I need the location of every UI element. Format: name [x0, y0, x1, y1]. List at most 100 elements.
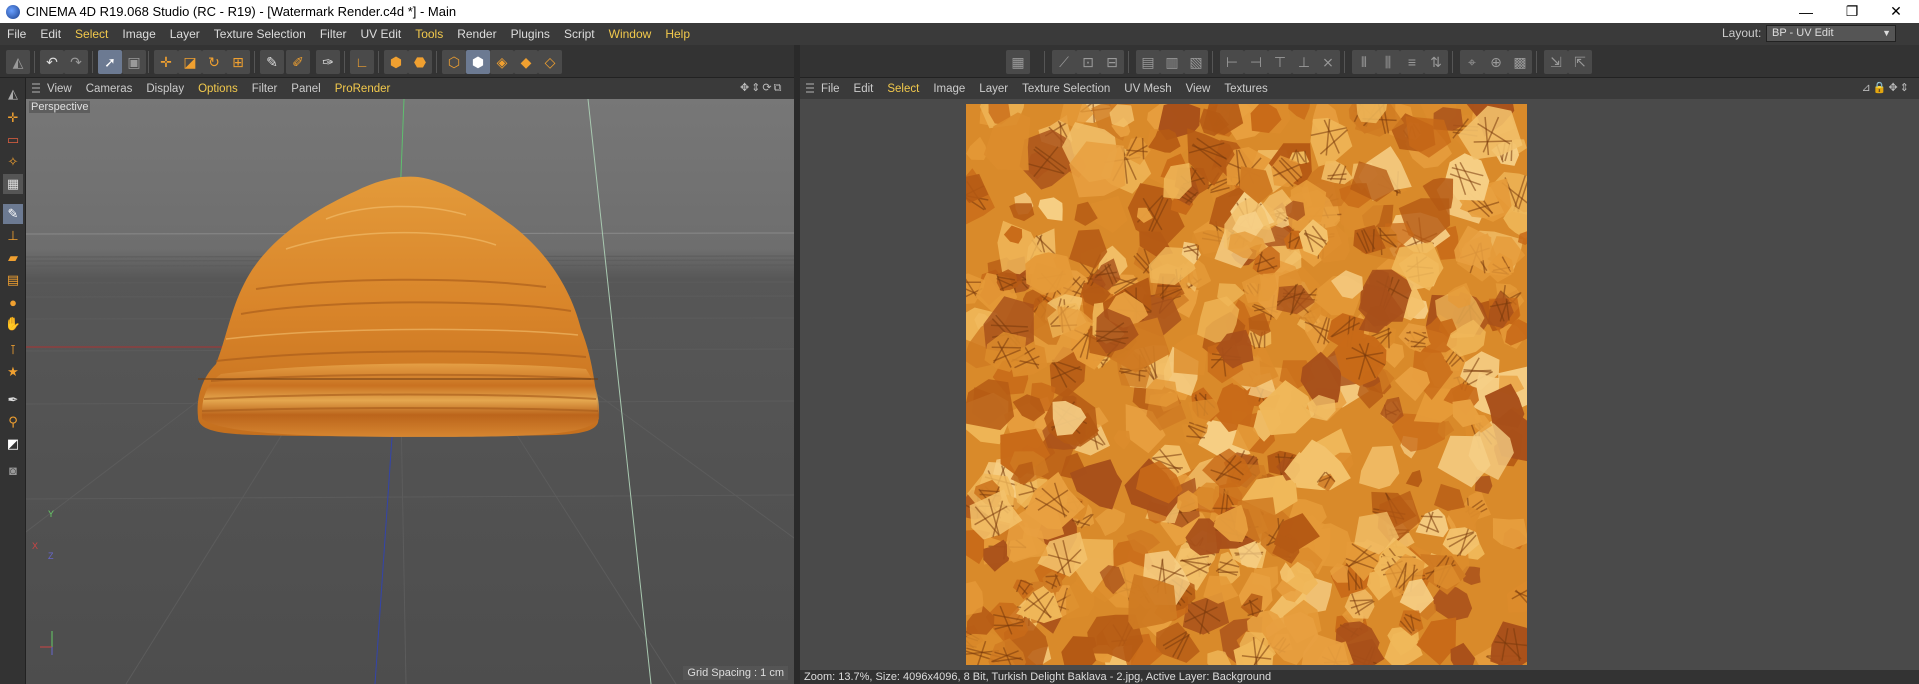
viewport-menu-panel[interactable]: Panel [284, 83, 327, 95]
undo-icon[interactable]: ↶ [40, 50, 64, 74]
viewport-menu-cameras[interactable]: Cameras [79, 83, 140, 95]
menu-plugins[interactable]: Plugins [504, 27, 557, 41]
uv-menu-view[interactable]: View [1179, 83, 1218, 95]
uv-menu-uv-mesh[interactable]: UV Mesh [1117, 83, 1178, 95]
edges-mode-icon[interactable]: ◈ [490, 50, 514, 74]
object-mode-icon[interactable]: ⬢ [466, 50, 490, 74]
mirror-icon[interactable]: ⨯ [1316, 50, 1340, 74]
minimize-button[interactable]: — [1783, 0, 1829, 23]
layer-mask-icon[interactable]: ◙ [3, 460, 23, 480]
uv-menu-layer[interactable]: Layer [972, 83, 1015, 95]
menu-help[interactable]: Help [658, 27, 697, 41]
uv-pack-icon[interactable]: ▩ [1508, 50, 1532, 74]
layout-select[interactable]: BP - UV Edit ▼ [1766, 25, 1896, 42]
menu-file[interactable]: File [0, 27, 33, 41]
menu-select[interactable]: Select [68, 27, 115, 41]
stamp-icon[interactable]: ⊥ [3, 226, 23, 246]
viewport-menu-prorender[interactable]: ProRender [328, 83, 398, 95]
perspective-viewport[interactable]: Perspective Y X Z Grid Spacing : 1 cm [26, 99, 794, 684]
viewport-menu-view[interactable]: View [40, 83, 79, 95]
uv-hatch-icon[interactable]: ▧ [1184, 50, 1208, 74]
uv-menu-grip-handle[interactable] [806, 82, 814, 95]
rectangle-select-icon[interactable]: ▭ [3, 130, 23, 150]
uv-export-icon[interactable]: ⇲ [1544, 50, 1568, 74]
menu-image[interactable]: Image [115, 27, 162, 41]
viewport-menu-filter[interactable]: Filter [245, 83, 285, 95]
uv-pin-icon[interactable]: ⊕ [1484, 50, 1508, 74]
uv-relax-icon[interactable]: ⟋ [1052, 50, 1076, 74]
angle-icon[interactable]: ∟ [350, 50, 374, 74]
uv-import-icon[interactable]: ⇱ [1568, 50, 1592, 74]
stack-icon[interactable]: ≡ [1400, 50, 1424, 74]
menu-uv-edit[interactable]: UV Edit [354, 27, 409, 41]
uv-menu-file[interactable]: File [814, 83, 847, 95]
menu-edit[interactable]: Edit [33, 27, 68, 41]
menu-render[interactable]: Render [450, 27, 503, 41]
viewport-menu-display[interactable]: Display [139, 83, 191, 95]
uv-transform-icon[interactable]: ⊟ [1100, 50, 1124, 74]
align-right-icon[interactable]: ⊣ [1244, 50, 1268, 74]
uv-mode-icon[interactable]: ◇ [538, 50, 562, 74]
scale-icon[interactable]: ◪ [178, 50, 202, 74]
axis-tool-icon[interactable]: ✛ [3, 108, 23, 128]
selection-cursor-icon[interactable]: ➚ [98, 50, 122, 74]
uv-menu-texture-selection[interactable]: Texture Selection [1015, 83, 1117, 95]
close-button[interactable]: ✕ [1873, 0, 1919, 23]
object-cube-icon[interactable]: ▣ [122, 50, 146, 74]
uv-menu-image[interactable]: Image [926, 83, 972, 95]
eyedropper-icon[interactable]: ✒ [3, 390, 23, 410]
rotate-icon[interactable]: ↻ [202, 50, 226, 74]
uv-menu-select[interactable]: Select [880, 83, 926, 95]
coordinate-lock-icon[interactable]: ⊞ [226, 50, 250, 74]
fill-icon[interactable]: ● [3, 292, 23, 312]
eraser-icon[interactable]: ▰ [3, 248, 23, 268]
snap-icon[interactable]: ⌖ [1460, 50, 1484, 74]
move-icon[interactable]: ✛ [154, 50, 178, 74]
clone-icon[interactable]: ⊺ [3, 340, 23, 360]
distribute-h-icon[interactable]: ⫴ [1352, 50, 1376, 74]
maximize-button[interactable]: ❐ [1829, 0, 1875, 23]
model-tool-icon[interactable]: ◭ [3, 84, 23, 104]
menu-script[interactable]: Script [557, 27, 602, 41]
magnify-icon[interactable]: ⚲ [3, 412, 23, 432]
pen-icon[interactable]: ✑ [316, 50, 340, 74]
viewport-nav-icons[interactable]: ✥⇕⟳⧉ [740, 81, 784, 95]
align-left-icon[interactable]: ⊢ [1220, 50, 1244, 74]
paint-3d-icon[interactable]: ✐ [286, 50, 310, 74]
baklava-model[interactable] [197, 176, 600, 437]
render-view-icon[interactable]: ⬣ [408, 50, 432, 74]
viewport-menu-options[interactable]: Options [191, 83, 245, 95]
distribute-v-icon[interactable]: ⫼ [1376, 50, 1400, 74]
main-toolbar: ◭ ↶ ↷ ➚ ▣ ✛ ◪ ↻ ⊞ ✎ ✐ ✑ ∟ ⬢ ⬣ ⬡ ⬢ ◈ ◆ ◇ … [0, 45, 1919, 78]
paint-brush-icon[interactable]: ✎ [3, 204, 23, 224]
redo-icon[interactable]: ↷ [64, 50, 88, 74]
uv-checker-icon[interactable]: ▥ [1160, 50, 1184, 74]
menu-filter[interactable]: Filter [313, 27, 354, 41]
uv-mesh-icon[interactable]: ▤ [1136, 50, 1160, 74]
align-top-icon[interactable]: ⊤ [1268, 50, 1292, 74]
color-swatch-icon[interactable]: ◩ [3, 434, 23, 454]
flip-icon[interactable]: ⇅ [1424, 50, 1448, 74]
points-mode-icon[interactable]: ⬡ [442, 50, 466, 74]
menu-texture-selection[interactable]: Texture Selection [207, 27, 313, 41]
render-region-icon[interactable]: ⬢ [384, 50, 408, 74]
polygons-mode-icon[interactable]: ◆ [514, 50, 538, 74]
star-shape-icon[interactable]: ★ [3, 362, 23, 382]
checker-tool-icon[interactable]: ▦ [3, 174, 23, 194]
menu-tools[interactable]: Tools [408, 27, 450, 41]
uv-nav-icons[interactable]: ⊿🔒✥⇕ [1862, 81, 1911, 94]
smudge-icon[interactable]: ✋ [3, 314, 23, 334]
uv-editor-canvas[interactable] [800, 99, 1919, 670]
menu-layer[interactable]: Layer [163, 27, 207, 41]
uv-menu-textures[interactable]: Textures [1217, 83, 1274, 95]
uv-grid-icon[interactable]: ▦ [1006, 50, 1030, 74]
gradient-icon[interactable]: ▤ [3, 270, 23, 290]
uv-frame-icon[interactable]: ⊡ [1076, 50, 1100, 74]
menu-window[interactable]: Window [602, 27, 659, 41]
align-bottom-icon[interactable]: ⊥ [1292, 50, 1316, 74]
live-selection-mode-icon[interactable]: ◭ [6, 50, 30, 74]
brush-icon[interactable]: ✎ [260, 50, 284, 74]
viewport-menu-grip-handle[interactable] [32, 82, 40, 95]
pick-tool-icon[interactable]: ✧ [3, 152, 23, 172]
uv-menu-edit[interactable]: Edit [847, 83, 881, 95]
